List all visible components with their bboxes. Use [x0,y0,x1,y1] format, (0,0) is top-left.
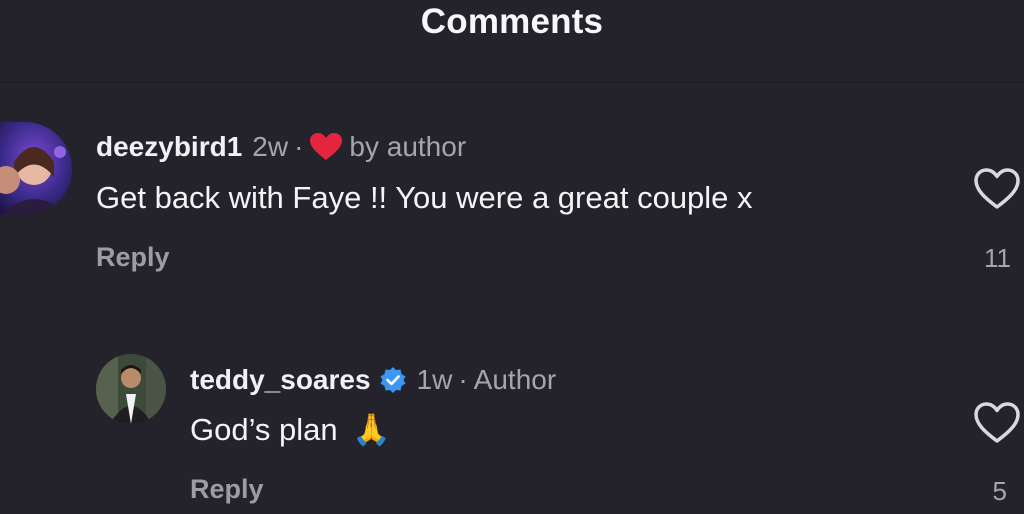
avatar[interactable] [96,354,166,424]
reply-button[interactable]: Reply [190,474,264,505]
comment-time: 1w [416,364,453,395]
like-count: 5 [992,476,1007,506]
praying-hands-emoji: 🙏 [352,412,391,447]
comment-text-body: God’s plan [190,412,338,447]
author-badge: Author [473,364,557,395]
heart-outline-icon [973,402,1021,449]
comments-sheet: Comments deezybird1 2w · by author Get b… [0,0,1024,514]
username[interactable]: teddy_soares [190,364,371,396]
reply-comment-item: teddy_soares 1w · Author God’s plan 🙏 Re… [0,0,1024,514]
comment-text: God’s plan 🙏 [190,412,391,448]
like-button[interactable] [973,401,1021,445]
verified-badge-icon [379,366,407,394]
comment-meta: teddy_soares 1w · Author [190,364,556,396]
separator-dot: · [458,364,468,395]
